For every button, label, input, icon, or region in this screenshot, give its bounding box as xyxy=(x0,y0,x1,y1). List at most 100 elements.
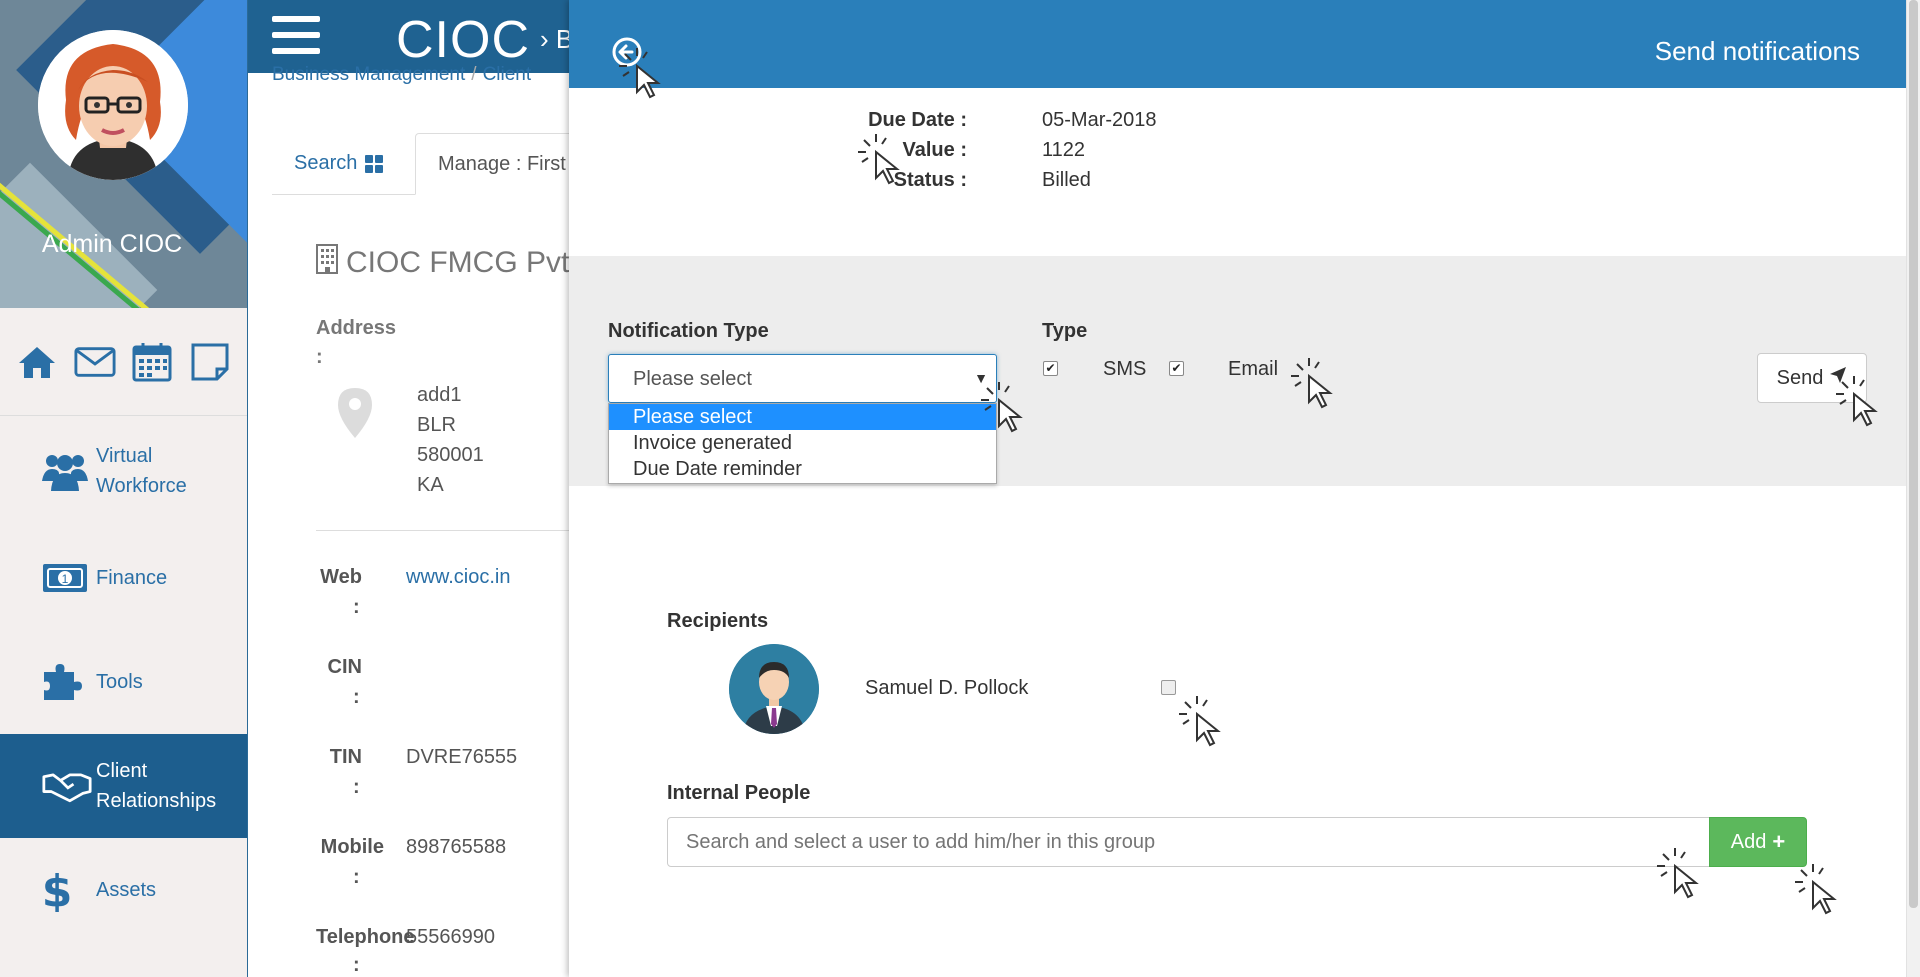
mobile-value: 898765588 xyxy=(406,836,507,858)
value-value: 1122 xyxy=(1042,139,1086,161)
hamburger-menu-icon[interactable] xyxy=(272,16,320,54)
add-button-label: Add xyxy=(1730,830,1767,853)
calendar-icon[interactable] xyxy=(131,341,173,383)
dropdown-option[interactable]: Due Date reminder xyxy=(609,456,996,482)
sidebar-item-label: Finance xyxy=(96,567,168,589)
email-label: Email xyxy=(1228,358,1279,380)
telephone-label: Telephone xyxy=(316,926,415,948)
sidebar-item-label: Assets xyxy=(96,879,157,901)
sidebar-item-assets[interactable]: $ Assets xyxy=(0,838,247,942)
recipient-name: Samuel D. Pollock xyxy=(865,677,1029,699)
address-line: 580001 xyxy=(417,444,484,466)
web-label: Web xyxy=(320,566,362,588)
send-button-label: Send xyxy=(1776,366,1824,389)
tin-value: DVRE76555 xyxy=(406,746,518,768)
sms-label: SMS xyxy=(1103,358,1147,380)
sidebar-item-finance[interactable]: 1 Finance xyxy=(0,526,247,630)
breadcrumb-link[interactable]: Client xyxy=(483,64,532,85)
status-label: Status : xyxy=(893,169,967,191)
address-colon: : xyxy=(316,346,323,368)
add-button[interactable]: Add + xyxy=(1709,817,1807,867)
web-colon: : xyxy=(353,596,360,618)
home-icon[interactable] xyxy=(16,341,58,383)
sms-checkbox[interactable]: ✔ xyxy=(1043,361,1058,376)
web-link[interactable]: www.cioc.in xyxy=(406,566,510,589)
status-value: Billed xyxy=(1042,169,1091,191)
sidebar-item-label: Tools xyxy=(96,671,143,693)
cin-label: CIN xyxy=(327,656,362,678)
profile-banner: Admin CIOC xyxy=(0,0,247,308)
sidebar-item-label: Client xyxy=(96,760,148,782)
quick-icons xyxy=(0,308,247,416)
internal-people-label: Internal People xyxy=(667,782,811,804)
mobile-colon: : xyxy=(353,866,360,888)
mobile-label: Mobile xyxy=(320,836,384,858)
tin-label: TIN xyxy=(329,746,362,768)
back-arrow-icon[interactable] xyxy=(611,36,643,68)
telephone-colon: : xyxy=(353,954,360,976)
address-line: BLR xyxy=(417,414,456,436)
tin-colon: : xyxy=(353,776,360,798)
sidebar-item-label: Virtual xyxy=(96,445,153,467)
telephone-value: 55566990 xyxy=(406,926,495,948)
sidebar-item-virtual-workforce[interactable]: Virtual Workforce xyxy=(0,416,247,526)
address-line: add1 xyxy=(417,384,462,406)
panel-header: Send notifications xyxy=(569,0,1906,88)
grid-icon xyxy=(365,154,384,173)
recipient-avatar xyxy=(729,644,819,734)
sidebar: Admin CIOC Virtual Workforce 1 Finance To… xyxy=(0,0,248,977)
due-date-label: Due Date : xyxy=(868,109,967,131)
handshake-icon xyxy=(42,763,92,809)
dropdown-option[interactable]: Invoice generated xyxy=(609,430,996,456)
notification-type-label: Notification Type xyxy=(608,320,769,342)
notification-type-dropdown: Please select Invoice generated Due Date… xyxy=(608,403,997,484)
email-checkbox[interactable]: ✔ xyxy=(1169,361,1184,376)
sidebar-item-label: Relationships xyxy=(96,790,217,812)
cursor-hint-icon xyxy=(1179,696,1221,747)
panel-title: Send notifications xyxy=(1654,36,1860,66)
profile-name: Admin CIOC xyxy=(41,230,183,258)
sidebar-item-tools[interactable]: Tools xyxy=(0,630,247,734)
dollar-icon: $ xyxy=(42,867,92,913)
send-notifications-panel: Send notifications Due Date : 05-Mar-201… xyxy=(569,0,1906,977)
page-scrollbar[interactable] xyxy=(1906,0,1920,977)
type-label: Type xyxy=(1042,320,1088,342)
scrollbar-thumb[interactable] xyxy=(1909,0,1918,908)
tab-search-label: Search xyxy=(294,152,358,174)
select-value: Please select xyxy=(633,368,752,390)
address-line: KA xyxy=(417,474,444,496)
app-title: CIOC xyxy=(396,11,530,69)
svg-text:$: $ xyxy=(42,868,72,912)
due-date-value: 05-Mar-2018 xyxy=(1042,109,1157,131)
divider xyxy=(316,530,576,531)
dropdown-option[interactable]: Please select xyxy=(609,404,996,430)
internal-people-search-input[interactable] xyxy=(667,817,1710,867)
puzzle-icon xyxy=(42,659,92,705)
notification-type-select[interactable]: Please select ▼ xyxy=(608,354,997,403)
chevron-down-icon: ▼ xyxy=(974,370,988,386)
map-marker-icon xyxy=(336,386,374,445)
plus-icon: + xyxy=(1772,829,1786,854)
money-icon: 1 xyxy=(42,555,92,601)
recipients-label: Recipients xyxy=(667,610,769,632)
send-button[interactable]: Send xyxy=(1757,353,1867,403)
cursor-hint-icon xyxy=(1795,864,1837,915)
sidebar-item-label: Workforce xyxy=(96,475,187,497)
address-label: Address xyxy=(316,317,397,339)
plane-icon xyxy=(1829,366,1847,390)
sidebar-item-client-relationships[interactable]: Client Relationships xyxy=(0,734,247,838)
mail-icon[interactable] xyxy=(74,341,116,383)
breadcrumb: Business Management / Client xyxy=(272,64,532,85)
recipient-checkbox[interactable] xyxy=(1161,680,1176,695)
value-label: Value : xyxy=(902,139,967,161)
svg-text:1: 1 xyxy=(62,572,69,586)
note-icon[interactable] xyxy=(189,341,231,383)
breadcrumb-link[interactable]: Business Management xyxy=(272,64,465,85)
users-icon xyxy=(42,448,92,494)
company-title: CIOC FMCG Pvt xyxy=(316,244,569,282)
admin-avatar[interactable] xyxy=(38,30,188,180)
cin-colon: : xyxy=(353,686,360,708)
company-name: CIOC FMCG Pvt xyxy=(346,246,570,279)
tab-search[interactable]: Search xyxy=(272,133,416,195)
building-icon xyxy=(316,244,338,282)
